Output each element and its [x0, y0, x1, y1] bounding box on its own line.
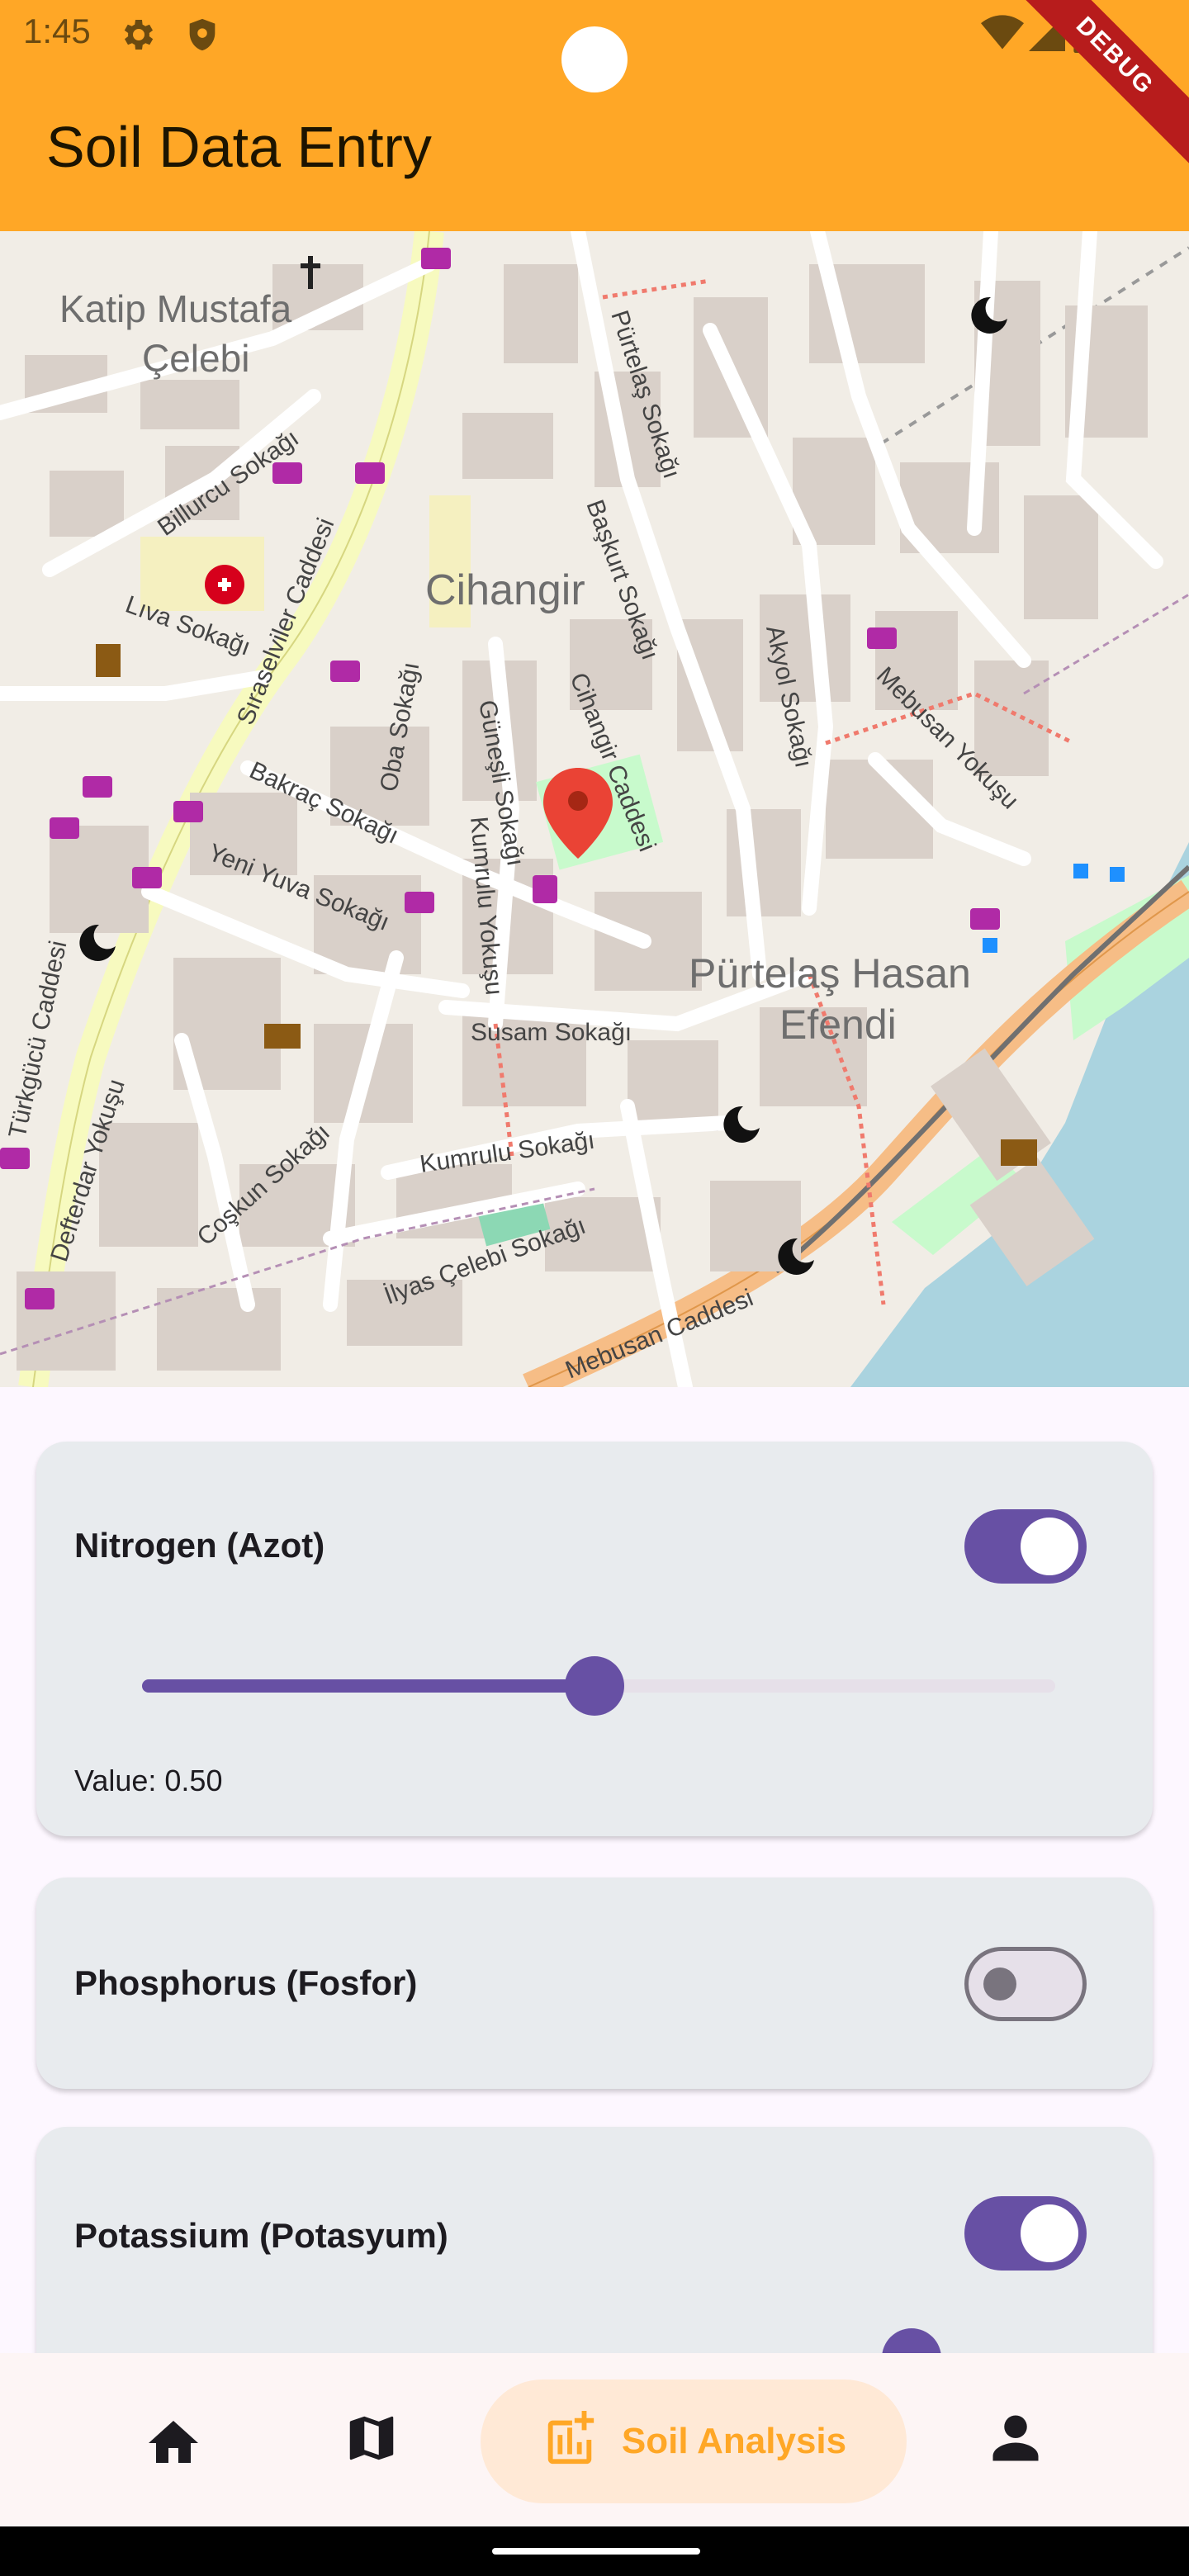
nutrient-title: Potassium (Potasyum): [74, 2216, 448, 2255]
map-label: Susam Sokağı: [471, 1019, 632, 1046]
settings-icon: [117, 15, 157, 59]
nav-profile[interactable]: [966, 2386, 1065, 2493]
potassium-toggle[interactable]: [964, 2196, 1087, 2271]
potassium-slider-thumb[interactable]: [882, 2328, 941, 2353]
wifi-icon: [981, 15, 1024, 55]
nav-home[interactable]: [124, 2386, 223, 2493]
nitrogen-toggle[interactable]: [964, 1509, 1087, 1584]
nutrient-title: Nitrogen (Azot): [74, 1526, 325, 1565]
nitrogen-value: Value: 0.50: [74, 1764, 223, 1797]
map-view[interactable]: Katip Mustafa Çelebi Cihangir Pürtelaş H…: [0, 231, 1189, 1387]
toggle-knob: [1021, 1518, 1078, 1575]
home-icon: [144, 2411, 203, 2469]
toggle-knob: [983, 1968, 1016, 2001]
phosphorus-toggle[interactable]: [964, 1947, 1087, 2021]
nav-soil-analysis[interactable]: Soil Analysis: [481, 2379, 907, 2503]
nutrient-title: Phosphorus (Fosfor): [74, 1963, 418, 2002]
map-label: Efendi: [779, 1002, 897, 1048]
nav-soil-analysis-label: Soil Analysis: [621, 2421, 847, 2461]
map-label: Çelebi: [142, 337, 249, 380]
soil-parameters-list[interactable]: Nitrogen (Azot) Value: 0.50 Phosphorus (…: [0, 1387, 1189, 2353]
map-canvas: Katip Mustafa Çelebi Cihangir Pürtelaş H…: [0, 231, 1189, 1387]
nitrogen-slider-thumb[interactable]: [565, 1656, 624, 1716]
page-title: Soil Data Entry: [46, 115, 432, 179]
shield-icon: [183, 15, 221, 59]
map-label: Cihangir: [425, 566, 585, 614]
slider-inactive-track: [601, 1679, 1055, 1693]
status-time: 1:45: [23, 12, 91, 50]
slider-active-track: [142, 1679, 601, 1693]
map-label: Katip Mustafa: [59, 287, 292, 330]
nutrient-card-nitrogen: Nitrogen (Azot) Value: 0.50: [36, 1442, 1153, 1836]
camera-cutout: [561, 26, 628, 92]
app-bar: 1:45 DEBUG Soil Data Entry: [0, 0, 1189, 231]
map-label: Türkgücü Caddesi: [4, 938, 73, 1140]
person-icon: [988, 2411, 1043, 2469]
nutrient-card-phosphorus: Phosphorus (Fosfor): [36, 1878, 1153, 2089]
bottom-navigation: Soil Analysis: [0, 2353, 1189, 2526]
nutrient-card-potassium: Potassium (Potasyum): [36, 2127, 1153, 2353]
nav-map[interactable]: [322, 2386, 421, 2493]
system-gesture-bar: [0, 2526, 1189, 2576]
map-icon: [343, 2409, 400, 2471]
map-label: Pürtelaş Hasan: [689, 950, 971, 997]
toggle-knob: [1021, 2204, 1078, 2262]
soil-analysis-icon: [541, 2410, 599, 2473]
status-bar: 1:45: [0, 0, 1189, 92]
home-indicator[interactable]: [492, 2548, 700, 2555]
